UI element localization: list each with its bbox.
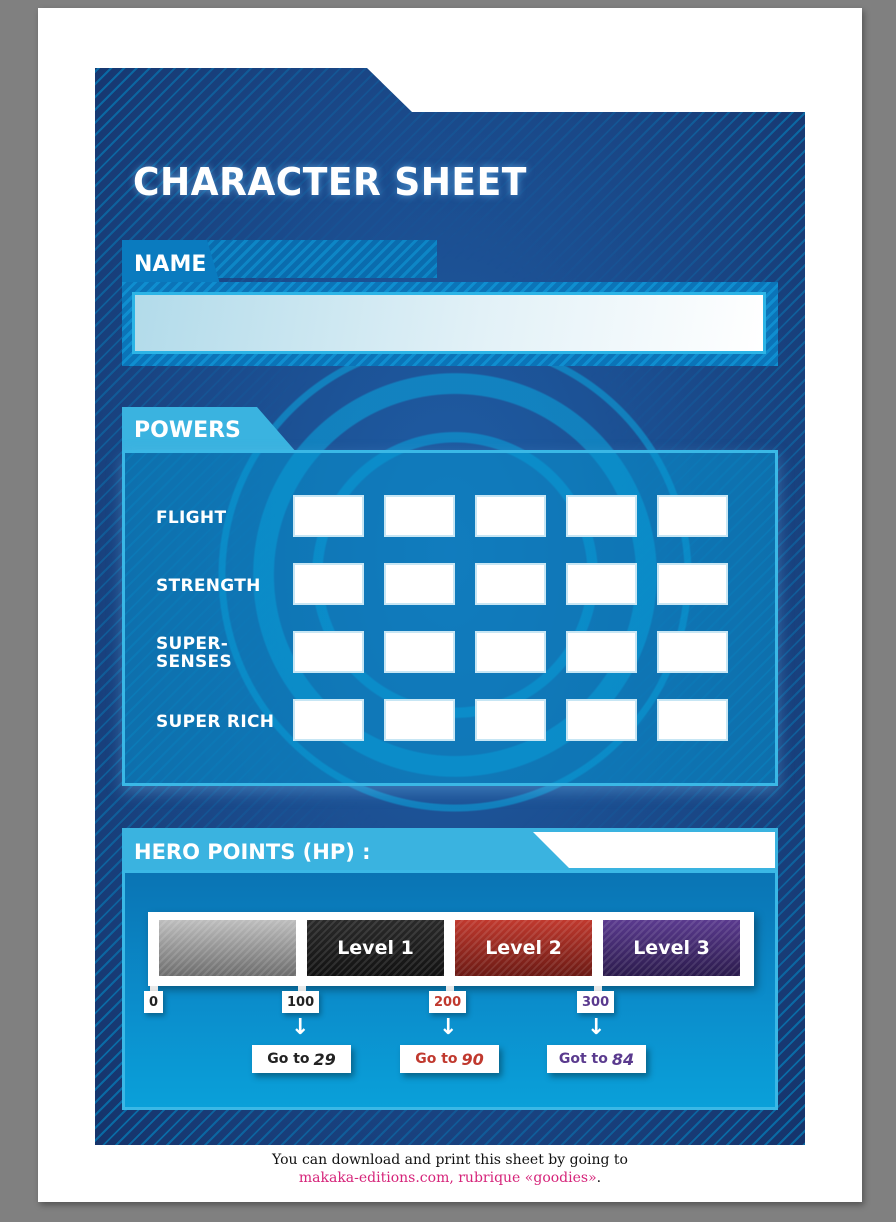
name-label: NAME [134, 252, 207, 277]
power-box[interactable] [657, 699, 728, 741]
goto-page-90[interactable]: Go to 90 [400, 1045, 499, 1073]
arrow-down-icon: ↓ [439, 1015, 458, 1040]
power-box[interactable] [384, 563, 455, 605]
hero-points-label: HERO POINTS (HP) : [134, 840, 371, 864]
power-box[interactable] [384, 699, 455, 741]
hero-points-input[interactable] [533, 832, 775, 868]
power-box[interactable] [293, 631, 364, 673]
power-row-super-rich: SUPER RICH [125, 699, 775, 743]
power-box[interactable] [384, 495, 455, 537]
power-label: STRENGTH [156, 576, 261, 596]
powers-label: POWERS [134, 418, 241, 443]
power-label: SUPER RICH [156, 712, 275, 732]
goto-page-84[interactable]: Got to 84 [547, 1045, 646, 1073]
goto-text: Go to [415, 1051, 458, 1067]
power-box[interactable] [475, 699, 546, 741]
power-box[interactable] [657, 631, 728, 673]
threshold-0: 0 [144, 991, 164, 1013]
level-0-segment [159, 920, 296, 976]
goto-page-number: 84 [611, 1049, 635, 1069]
power-box[interactable] [293, 699, 364, 741]
goto-page-number: 90 [461, 1049, 484, 1069]
power-box[interactable] [657, 563, 728, 605]
power-box[interactable] [475, 631, 546, 673]
level-1-segment: Level 1 [307, 920, 444, 976]
power-box[interactable] [566, 495, 637, 537]
power-row-flight: FLIGHT [125, 495, 775, 539]
power-box[interactable] [566, 563, 637, 605]
footer-link[interactable]: makaka-editions.com, rubrique «goodies» [299, 1170, 597, 1186]
power-row-super-senses: SUPER- SENSES [125, 631, 775, 675]
threshold-300: 300 [577, 991, 615, 1013]
power-box[interactable] [475, 495, 546, 537]
level-2-segment: Level 2 [455, 920, 592, 976]
level-3-segment: Level 3 [603, 920, 740, 976]
arrow-down-icon: ↓ [291, 1015, 310, 1040]
goto-page-number: 29 [313, 1049, 336, 1069]
footer-text: You can download and print this sheet by… [272, 1152, 628, 1168]
power-label-line: SENSES [156, 652, 232, 672]
power-box[interactable] [566, 699, 637, 741]
power-label: SUPER- SENSES [156, 635, 232, 671]
goto-text: Got to [558, 1051, 608, 1067]
powers-panel: FLIGHT STRENGTH SUPER- SENSES SUPER RICH [122, 450, 778, 786]
power-row-strength: STRENGTH [125, 563, 775, 607]
power-box[interactable] [566, 631, 637, 673]
page-title: CHARACTER SHEET [133, 160, 527, 204]
name-input[interactable] [132, 292, 766, 354]
threshold-200: 200 [429, 991, 467, 1013]
power-box[interactable] [293, 495, 364, 537]
power-box[interactable] [293, 563, 364, 605]
power-box[interactable] [657, 495, 728, 537]
power-label-line: SUPER- [156, 634, 229, 654]
goto-page-29[interactable]: Go to 29 [252, 1045, 351, 1073]
power-label: FLIGHT [156, 508, 227, 528]
power-box[interactable] [384, 631, 455, 673]
power-box[interactable] [475, 563, 546, 605]
footer-link-line: makaka-editions.com, rubrique «goodies». [38, 1170, 862, 1186]
footer-period: . [596, 1170, 602, 1186]
arrow-down-icon: ↓ [587, 1015, 606, 1040]
goto-text: Go to [267, 1051, 310, 1067]
threshold-100: 100 [282, 991, 320, 1013]
